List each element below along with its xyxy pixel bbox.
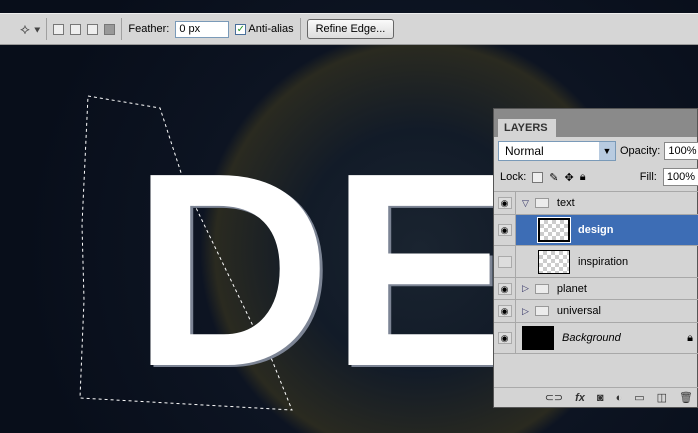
layer-row-inspiration[interactable]: inspiration xyxy=(494,246,698,278)
feather-label: Feather: xyxy=(128,23,170,35)
layer-thumbnail xyxy=(522,326,554,350)
lasso-tool-preset-icon[interactable]: ⟡ ▾ xyxy=(20,21,40,38)
tab-layers[interactable]: LAYERS xyxy=(498,119,556,137)
expand-triangle-icon[interactable]: ▷ xyxy=(522,283,529,294)
eye-icon[interactable]: ◉ xyxy=(497,197,512,209)
options-bar: ⟡ ▾ Feather: ✓ Anti-alias Refine Edge... xyxy=(0,13,698,45)
eye-icon[interactable]: ◉ xyxy=(497,282,512,295)
folder-icon xyxy=(534,198,549,208)
divider xyxy=(121,18,123,40)
folder-icon xyxy=(534,306,549,316)
new-selection-icon[interactable] xyxy=(53,23,65,35)
layer-row-planet[interactable]: ◉ ▷ planet xyxy=(494,278,698,300)
divider xyxy=(46,18,48,40)
layer-name: Background xyxy=(562,332,621,344)
visibility-toggle-empty[interactable] xyxy=(497,255,512,268)
layer-style-fx-icon[interactable]: fx xyxy=(575,392,585,404)
anti-alias-label: Anti-alias xyxy=(248,23,294,35)
expand-triangle-icon[interactable]: ▷ xyxy=(522,306,529,317)
delete-layer-trash-icon[interactable]: 🗑︎ xyxy=(679,391,693,404)
layer-thumbnail xyxy=(537,217,571,243)
add-to-selection-icon[interactable] xyxy=(70,23,82,35)
adjustment-layer-icon[interactable]: ◐ xyxy=(616,392,623,404)
feather-input[interactable] xyxy=(175,20,230,38)
intersect-selection-icon[interactable] xyxy=(104,23,116,35)
refine-edge-button[interactable]: Refine Edge... xyxy=(306,19,395,39)
anti-alias-checkbox[interactable]: ✓ xyxy=(235,23,247,35)
new-group-folder-icon[interactable]: ▭ xyxy=(634,391,644,404)
lock-icon: 🔒︎ xyxy=(687,331,693,344)
divider xyxy=(299,18,301,40)
fill-label: Fill: xyxy=(639,171,657,183)
layer-name: design xyxy=(578,224,614,236)
panel-footer: ⊂⊃ fx ◙ ◐ ▭ ◫ 🗑︎ xyxy=(494,387,698,407)
link-layers-icon[interactable]: ⊂⊃ xyxy=(545,391,563,404)
lock-transparent-icon[interactable] xyxy=(532,171,544,183)
opacity-label: Opacity: xyxy=(620,145,661,157)
collapse-triangle-icon[interactable]: ▽ xyxy=(522,198,529,209)
layer-name: planet xyxy=(556,282,587,295)
fill-input[interactable]: 100% xyxy=(662,168,698,186)
new-layer-icon[interactable]: ◫ xyxy=(657,391,667,404)
layers-panel: LAYERS Normal ▼ Opacity: 100% Lock: ✎ ✥ … xyxy=(493,108,698,408)
layer-row-design[interactable]: ◉ design xyxy=(494,215,698,246)
lock-position-move-icon[interactable]: ✥ xyxy=(565,171,574,184)
layer-row-universal[interactable]: ◉ ▷ universal xyxy=(494,300,698,323)
lock-paint-brush-icon[interactable]: ✎ xyxy=(549,171,558,184)
chevron-down-icon: ▼ xyxy=(599,142,615,160)
eye-icon[interactable]: ◉ xyxy=(497,332,512,344)
layer-name: text xyxy=(556,197,575,209)
lock-label: Lock: xyxy=(500,171,527,183)
layer-thumbnail xyxy=(538,249,570,274)
add-mask-icon[interactable]: ◙ xyxy=(597,392,604,404)
eye-icon[interactable]: ◉ xyxy=(497,305,512,317)
layer-name: inspiration xyxy=(578,255,629,268)
blend-mode-value: Normal xyxy=(505,144,544,158)
layer-row-background[interactable]: ◉ Background 🔒︎ xyxy=(494,323,698,354)
opacity-input[interactable]: 100% xyxy=(664,142,698,160)
subtract-from-selection-icon[interactable] xyxy=(87,23,99,35)
blend-mode-select[interactable]: Normal ▼ xyxy=(498,141,616,161)
lock-all-icon[interactable]: 🔒︎ xyxy=(580,171,586,184)
folder-icon xyxy=(534,283,549,294)
layer-row-text[interactable]: ◉ ▽ text xyxy=(494,191,698,215)
eye-icon[interactable]: ◉ xyxy=(497,224,512,236)
layer-name: universal xyxy=(556,305,601,317)
